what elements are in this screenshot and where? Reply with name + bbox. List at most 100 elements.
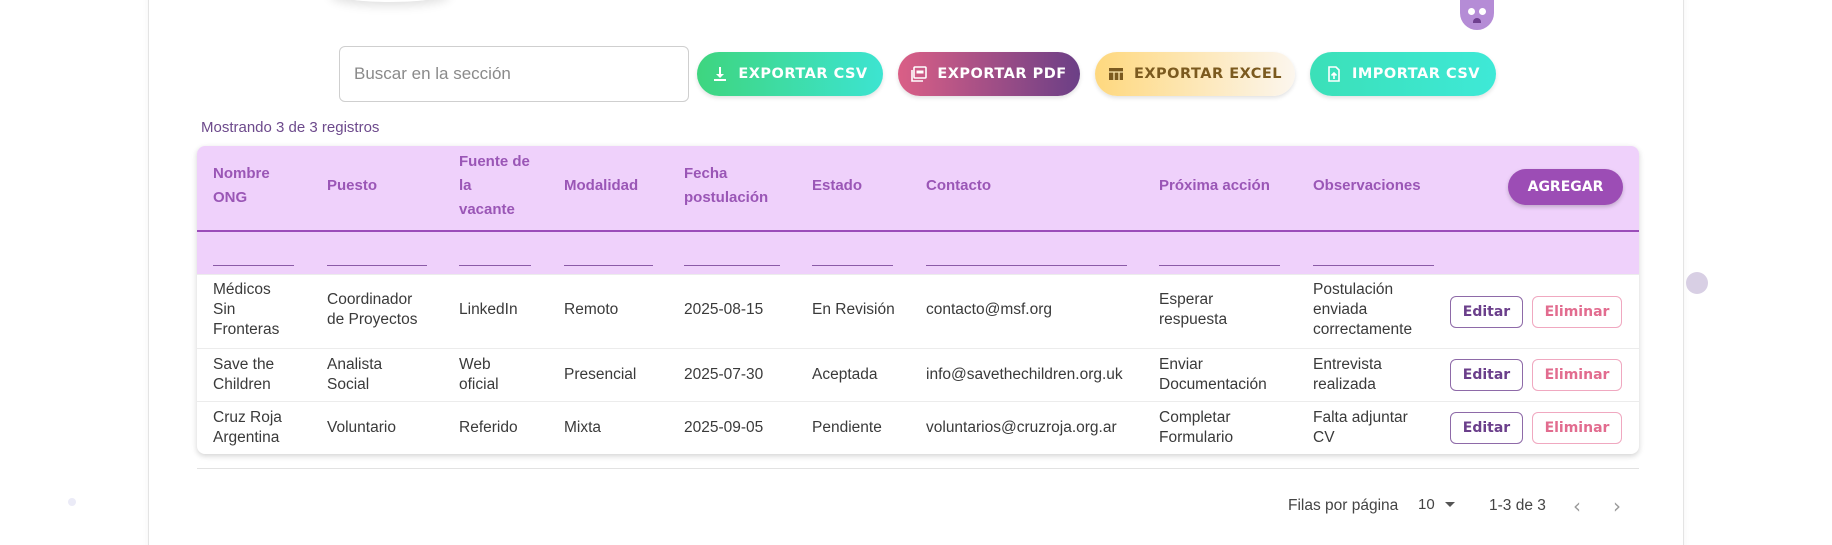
- chevron-left-icon[interactable]: ‹: [1567, 496, 1587, 517]
- cell-fecha: 2025-08-15: [684, 301, 764, 318]
- edit-button[interactable]: Editar: [1450, 296, 1523, 328]
- cell-text: enviada: [1313, 301, 1368, 318]
- cell-text: Voluntario: [327, 419, 396, 436]
- header-text: la: [459, 177, 472, 194]
- export-excel-button[interactable]: EXPORTAR EXCEL: [1095, 52, 1295, 96]
- cell-text: Analista: [327, 356, 383, 373]
- header-text: Modalidad: [564, 177, 639, 194]
- cell-nombre: Médicos Sin Fronteras: [213, 280, 279, 340]
- header-text: Contacto: [926, 177, 991, 194]
- cell-text: Referido: [459, 419, 518, 436]
- export-pdf-button[interactable]: EXPORTAR PDF: [898, 52, 1080, 96]
- column-header-observaciones[interactable]: Observaciones: [1313, 174, 1421, 198]
- column-header-nombre-ong[interactable]: Nombre ONG: [213, 162, 270, 210]
- cell-text: oficial: [459, 376, 499, 393]
- rows-per-page-select[interactable]: 10: [1418, 496, 1455, 513]
- filter-input-fecha[interactable]: [684, 265, 780, 266]
- table-row: Save the Children Analista Social Web of…: [197, 348, 1639, 401]
- rows-per-page-label: Filas por página: [1288, 497, 1399, 514]
- column-header-contacto[interactable]: Contacto: [926, 174, 991, 198]
- cell-text: respuesta: [1159, 311, 1228, 328]
- header-divider: [197, 230, 1639, 232]
- header-text: Observaciones: [1313, 177, 1421, 194]
- column-header-modalidad[interactable]: Modalidad: [564, 174, 638, 198]
- cell-text: Fronteras: [213, 321, 280, 338]
- column-header-puesto[interactable]: Puesto: [327, 174, 377, 198]
- cell-contacto: contacto@msf.org: [926, 301, 1053, 318]
- cell-puesto: Voluntario: [327, 418, 396, 438]
- filter-input-proxima[interactable]: [1159, 265, 1280, 266]
- rows-per-page-value: 10: [1418, 496, 1435, 513]
- export-csv-button[interactable]: EXPORTAR CSV: [697, 52, 883, 96]
- cell-contacto: info@savethechildren.org.uk: [926, 366, 1123, 383]
- cell-text: Completar: [1159, 409, 1231, 426]
- cell-estado: En Revisión: [812, 301, 895, 318]
- cell-fuente: Referido: [459, 418, 518, 438]
- column-header-fuente[interactable]: Fuente de la vacante: [459, 150, 530, 222]
- export-excel-label: EXPORTAR EXCEL: [1133, 66, 1283, 82]
- delete-button[interactable]: Eliminar: [1532, 412, 1622, 444]
- column-header-estado[interactable]: Estado: [812, 174, 862, 198]
- header-text: Fecha: [684, 165, 728, 182]
- delete-button[interactable]: Eliminar: [1532, 296, 1622, 328]
- header-text: Estado: [812, 177, 863, 194]
- edit-button[interactable]: Editar: [1450, 412, 1523, 444]
- cell-observaciones: Falta adjuntar CV: [1313, 408, 1408, 448]
- cell-fuente: Web oficial: [459, 355, 499, 395]
- cell-text: correctamente: [1313, 321, 1413, 338]
- cell-nombre: Save the Children: [213, 355, 274, 395]
- footer-divider: [197, 468, 1639, 469]
- header-text: Próxima acción: [1159, 177, 1270, 194]
- caret-down-icon: [1444, 502, 1455, 507]
- cell-puesto: Analista Social: [327, 355, 382, 395]
- header-text: Fuente de: [459, 153, 530, 170]
- filter-input-fuente[interactable]: [459, 265, 531, 266]
- cell-modalidad: Presencial: [564, 366, 637, 383]
- cell-proxima: Esperar respuesta: [1159, 290, 1227, 330]
- delete-button[interactable]: Eliminar: [1532, 359, 1622, 391]
- edit-button[interactable]: Editar: [1450, 359, 1523, 391]
- table-row: Médicos Sin Fronteras Coordinador de Pro…: [197, 274, 1639, 348]
- cell-text: Falta adjuntar: [1313, 409, 1408, 426]
- filter-input-puesto[interactable]: [327, 265, 427, 266]
- search-input[interactable]: [339, 46, 689, 102]
- header-text: vacante: [459, 201, 515, 218]
- download-icon: [714, 67, 727, 81]
- filter-input-nombre[interactable]: [213, 265, 294, 266]
- cell-text: Save the: [213, 356, 275, 373]
- chevron-right-icon[interactable]: ›: [1607, 496, 1627, 517]
- table-icon: [1108, 68, 1123, 80]
- cell-fecha: 2025-07-30: [684, 366, 764, 383]
- cell-text: Esperar: [1159, 291, 1214, 308]
- column-header-fecha[interactable]: Fecha postulación: [684, 162, 768, 210]
- filter-input-estado[interactable]: [812, 265, 893, 266]
- cell-estado: Aceptada: [812, 366, 878, 383]
- header-text: postulación: [684, 189, 769, 206]
- cell-modalidad: Mixta: [564, 419, 602, 436]
- filter-input-observaciones[interactable]: [1313, 265, 1434, 266]
- table-row: Cruz Roja Argentina Voluntario Referido …: [197, 401, 1639, 454]
- cell-text: LinkedIn: [459, 301, 518, 318]
- table-header: [197, 146, 1639, 274]
- column-header-proxima-accion[interactable]: Próxima acción: [1159, 174, 1270, 198]
- export-pdf-label: EXPORTAR PDF: [937, 66, 1067, 82]
- cell-text: Social: [327, 376, 370, 393]
- cell-observaciones: Entrevista realizada: [1313, 355, 1382, 395]
- pdf-icon: [911, 66, 928, 82]
- cell-text: Coordinador: [327, 291, 413, 308]
- header-text: Puesto: [327, 177, 378, 194]
- cell-text: Argentina: [213, 429, 280, 446]
- import-csv-button[interactable]: IMPORTAR CSV: [1310, 52, 1496, 96]
- export-csv-label: EXPORTAR CSV: [738, 66, 868, 82]
- cell-text: Sin: [213, 301, 236, 318]
- filter-input-modalidad[interactable]: [564, 265, 653, 266]
- cell-fecha: 2025-09-05: [684, 419, 764, 436]
- add-button[interactable]: AGREGAR: [1508, 169, 1623, 205]
- filter-input-contacto[interactable]: [926, 265, 1127, 266]
- cell-puesto: Coordinador de Proyectos: [327, 290, 417, 330]
- cell-text: Entrevista: [1313, 356, 1382, 373]
- cell-text: realizada: [1313, 376, 1376, 393]
- cell-text: Enviar: [1159, 356, 1203, 373]
- cell-modalidad: Remoto: [564, 301, 619, 318]
- cell-fuente: LinkedIn: [459, 300, 518, 320]
